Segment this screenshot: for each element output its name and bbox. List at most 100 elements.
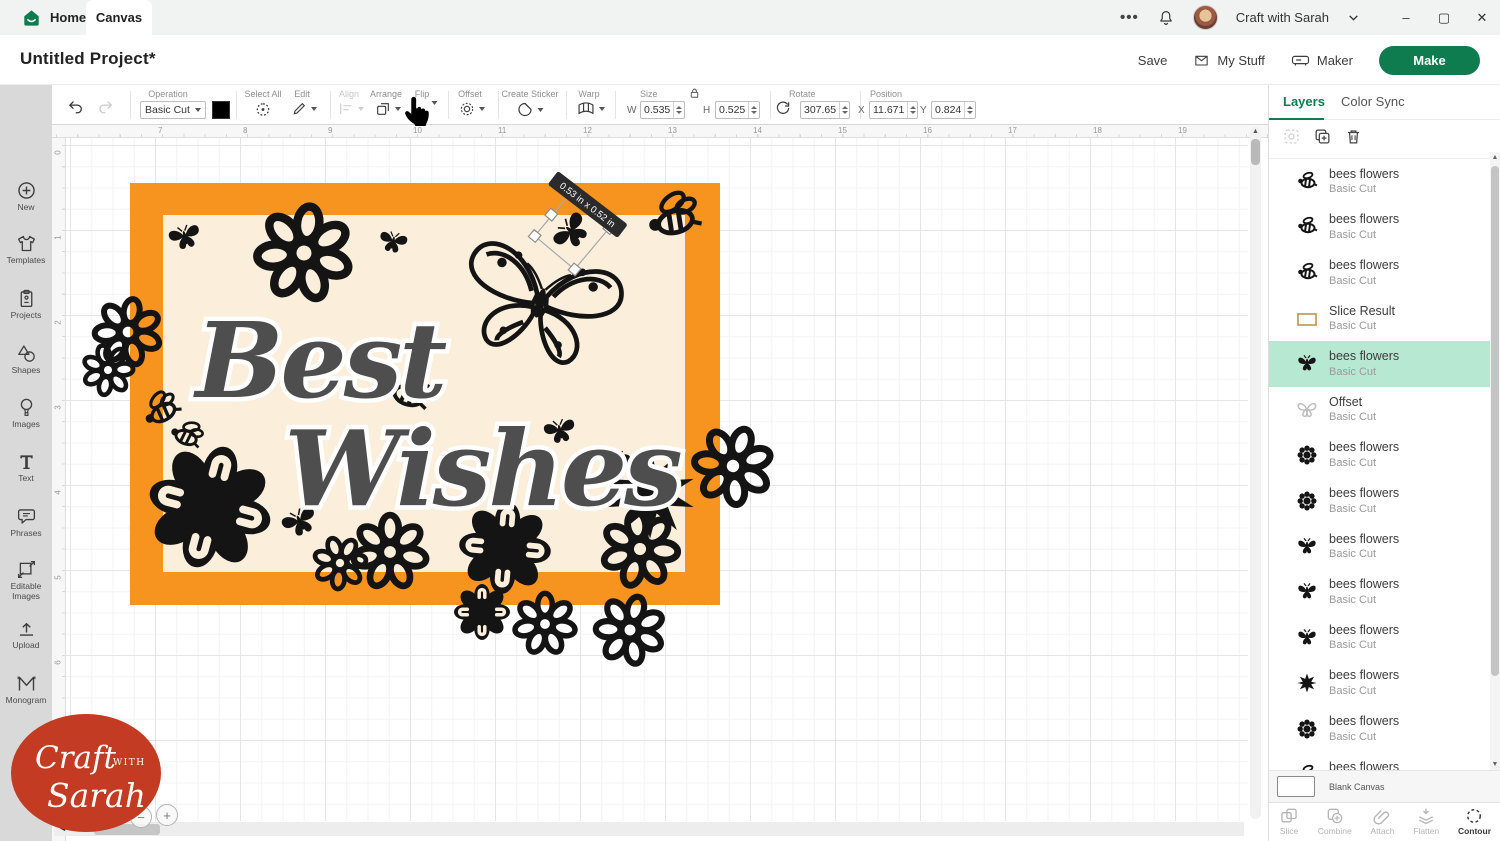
position-y-stepper[interactable]: [964, 102, 975, 118]
sidebar-item-upload[interactable]: Upload: [0, 618, 52, 651]
offset-label: Offset: [458, 89, 482, 99]
width-stepper[interactable]: [673, 102, 684, 118]
tab-layers[interactable]: Layers: [1283, 94, 1325, 109]
offset-caret-icon: [479, 107, 485, 111]
layers-scroll-up-icon[interactable]: ▲: [1490, 154, 1500, 161]
avatar[interactable]: [1193, 5, 1218, 30]
delete-button[interactable]: [1344, 127, 1363, 146]
height-input[interactable]: 0.525: [715, 101, 760, 119]
sidebar-item-shapes[interactable]: Shapes: [0, 343, 52, 376]
duplicate-button[interactable]: [1313, 127, 1332, 146]
layer-row[interactable]: OffsetBasic Cut: [1269, 387, 1491, 433]
layer-row[interactable]: bees flowersBasic Cut: [1269, 524, 1491, 570]
canvas-horizontal-scrollbar[interactable]: ◄: [54, 822, 1244, 836]
more-options-icon[interactable]: •••: [1120, 9, 1139, 26]
chevron-down-icon[interactable]: [1347, 11, 1360, 24]
layers-scrollbar[interactable]: ▲ ▼: [1490, 152, 1500, 770]
make-button[interactable]: Make: [1379, 46, 1480, 75]
profile-name[interactable]: Craft with Sarah: [1236, 10, 1329, 25]
layer-row[interactable]: bees flowersBasic Cut: [1269, 615, 1491, 661]
layer-row[interactable]: bees flowersBasic Cut: [1269, 205, 1491, 251]
color-swatch[interactable]: [212, 101, 230, 119]
layer-row-selected[interactable]: bees flowersBasic Cut: [1269, 341, 1491, 387]
layer-row[interactable]: bees flowersBasic Cut: [1269, 706, 1491, 752]
layer-row[interactable]: bees flowersBasic Cut: [1269, 159, 1491, 205]
ruler-top-number: 10: [413, 126, 422, 135]
layer-row[interactable]: bees flowersBasic Cut: [1269, 752, 1491, 770]
canvas-vertical-scrollbar[interactable]: ▲: [1250, 127, 1261, 819]
sidebar-item-text[interactable]: Text: [0, 451, 52, 484]
blank-canvas-row[interactable]: Blank Canvas: [1269, 770, 1500, 802]
rotate-button[interactable]: [776, 101, 791, 116]
save-button[interactable]: Save: [1138, 53, 1168, 68]
panel-tabs: Layers Color Sync: [1269, 85, 1500, 120]
size-label: Size: [640, 89, 658, 99]
x-axis-label: X: [858, 105, 865, 116]
layer-row[interactable]: bees flowersBasic Cut: [1269, 250, 1491, 296]
position-x-stepper[interactable]: [907, 102, 917, 118]
offset-button[interactable]: [459, 101, 485, 117]
sidebar-item-new[interactable]: New: [0, 180, 52, 213]
zoom-in-button[interactable]: +: [156, 804, 178, 826]
undo-button[interactable]: [68, 100, 87, 121]
sidebar-item-label: Monogram: [0, 696, 52, 706]
hand-cursor-icon: [402, 91, 436, 127]
minimize-button[interactable]: –: [1396, 10, 1416, 25]
layer-name: bees flowers: [1329, 258, 1399, 274]
sidebar-item-projects[interactable]: Projects: [0, 288, 52, 321]
maker-button[interactable]: Maker: [1291, 52, 1353, 68]
lock-icon[interactable]: [688, 87, 701, 100]
action-label: Slice: [1279, 826, 1299, 836]
edit-label: Edit: [294, 89, 310, 99]
layers-scroll-thumb[interactable]: [1491, 166, 1499, 676]
design-canvas[interactable]: Best Wishes 0.53: [52, 125, 1268, 841]
redo-button[interactable]: [98, 100, 117, 121]
layer-type: Basic Cut: [1329, 456, 1399, 470]
layer-row[interactable]: bees flowersBasic Cut: [1269, 661, 1491, 707]
tab-canvas[interactable]: Canvas: [86, 0, 152, 35]
layer-butterfly-icon: [1295, 626, 1319, 650]
warp-button[interactable]: [577, 101, 605, 116]
contour-button[interactable]: Contour: [1458, 806, 1491, 841]
edit-button[interactable]: [291, 101, 317, 117]
notifications-bell-icon[interactable]: [1157, 9, 1175, 27]
layer-row[interactable]: bees flowersBasic Cut: [1269, 433, 1491, 479]
scroll-up-icon[interactable]: ▲: [1250, 128, 1261, 135]
slice-button: Slice: [1279, 806, 1299, 841]
layer-row[interactable]: bees flowersBasic Cut: [1269, 569, 1491, 615]
maximize-button[interactable]: ▢: [1434, 10, 1454, 26]
my-stuff-button[interactable]: My Stuff: [1193, 52, 1264, 68]
sidebar-item-templates[interactable]: Templates: [0, 233, 52, 266]
layer-name: bees flowers: [1329, 577, 1399, 593]
ruler-top-number: 12: [583, 126, 592, 135]
tab-home[interactable]: Home: [14, 0, 94, 35]
width-input[interactable]: 0.535: [640, 101, 685, 119]
close-button[interactable]: ✕: [1472, 10, 1492, 26]
vertical-scroll-thumb[interactable]: [1251, 139, 1260, 165]
make-label: Make: [1413, 53, 1446, 68]
sidebar-item-monogram[interactable]: Monogram: [0, 673, 52, 706]
blank-canvas-swatch[interactable]: [1277, 776, 1315, 797]
height-stepper[interactable]: [748, 102, 759, 118]
operation-select[interactable]: Basic Cut: [140, 101, 206, 119]
select-all-button[interactable]: [255, 101, 272, 118]
rotate-stepper[interactable]: [839, 102, 849, 118]
layer-flower-icon: [1295, 443, 1319, 467]
tab-color-sync[interactable]: Color Sync: [1341, 94, 1405, 109]
sidebar-item-label: Phrases: [0, 529, 52, 539]
sidebar-item-editable-images[interactable]: Editable Images: [0, 559, 52, 602]
maker-label: Maker: [1317, 53, 1353, 68]
arrange-button[interactable]: [375, 101, 401, 117]
position-x-input[interactable]: 11.671: [869, 101, 918, 119]
layers-scroll-down-icon[interactable]: ▼: [1490, 761, 1500, 768]
layer-row[interactable]: bees flowersBasic Cut: [1269, 478, 1491, 524]
create-sticker-button[interactable]: [517, 101, 544, 118]
layer-row[interactable]: Slice ResultBasic Cut: [1269, 296, 1491, 342]
ruler-top-number: 8: [243, 126, 247, 135]
sidebar-item-phrases[interactable]: Phrases: [0, 506, 52, 539]
rotate-input[interactable]: 307.65: [800, 101, 850, 119]
width-axis-label: W: [627, 105, 636, 116]
sidebar-item-images[interactable]: Images: [0, 397, 52, 430]
sidebar-item-label: Images: [0, 420, 52, 430]
position-y-input[interactable]: 0.824: [931, 101, 976, 119]
